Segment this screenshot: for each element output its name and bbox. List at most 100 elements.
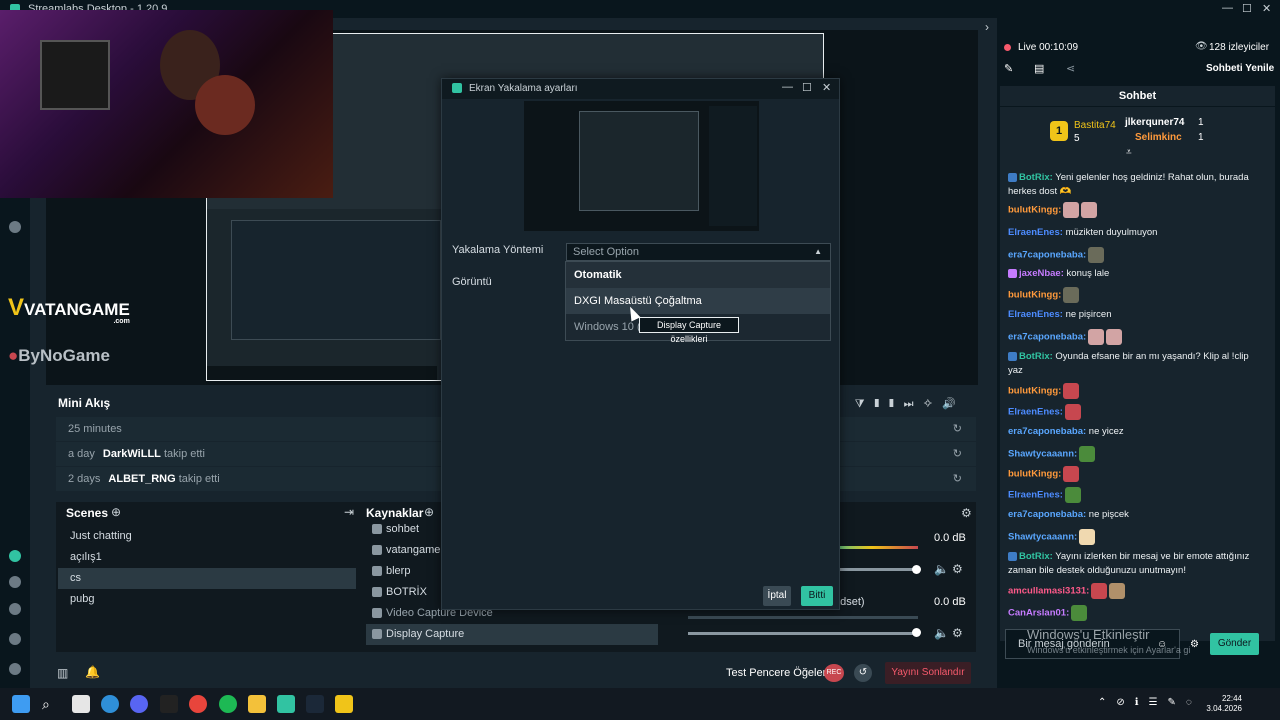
nav-apps-icon[interactable] (9, 576, 21, 588)
source-type-icon (372, 629, 382, 639)
option-auto[interactable]: Otomatik (566, 262, 830, 288)
close-icon[interactable]: ✕ (1262, 2, 1271, 15)
audio-settings-icon[interactable]: ⚙ (952, 562, 963, 576)
clock-date: 3.04.2026 (1206, 704, 1242, 713)
activation-watermark-text: Windows'u etkinleştirmek için Ayarlar'a … (1027, 645, 1191, 655)
scene-transitions-icon[interactable]: ⇥ (344, 505, 354, 519)
done-button[interactable]: Bitti (801, 586, 833, 606)
cancel-button[interactable]: İptal (763, 586, 791, 606)
os-taskbar: ⌕ ⌃⊘ℹ☰✎◌ 22:44 3.04.2026 (0, 688, 1280, 720)
emote-icon (1079, 446, 1096, 462)
chat-message: era7caponebaba: (1008, 247, 1266, 263)
chat-message: BotRix: Yayını izlerken bir mesaj ve bir… (1008, 551, 1250, 576)
scenes-title: Scenes (66, 506, 109, 520)
capture-method-select[interactable]: Select Option ▲ (566, 243, 831, 261)
scene-item[interactable]: Just chatting (58, 526, 356, 547)
app-icon-2[interactable] (335, 695, 353, 713)
chevron-right-icon[interactable]: › (985, 20, 989, 34)
leaderboard-score: 1 (1198, 117, 1204, 128)
windows-start-icon[interactable] (12, 695, 30, 713)
task-view-icon[interactable] (72, 695, 90, 713)
clock-time: 22:44 (1221, 694, 1242, 703)
nav-tiktok-icon[interactable] (9, 550, 21, 562)
refresh-chat-button[interactable]: Sohbeti Yenile (1206, 63, 1274, 74)
replay-icon[interactable]: ↻ (953, 417, 962, 441)
preview-nested-taskbar (207, 366, 437, 380)
streamlabs-icon[interactable] (277, 695, 295, 713)
maximize-icon[interactable]: ☐ (1242, 2, 1252, 15)
performance-icon[interactable]: ▥ (57, 666, 68, 680)
mute-icon[interactable]: 🔈 (934, 626, 949, 640)
emote-icon (1071, 605, 1088, 621)
source-item[interactable]: Display Capture (366, 624, 658, 645)
record-button[interactable]: REC (824, 664, 844, 682)
minimize-icon[interactable]: — (1222, 2, 1233, 14)
live-timer: Live 00:10:09 (1018, 42, 1079, 53)
search-icon[interactable]: ⌕ (42, 695, 60, 713)
emote-icon (1088, 329, 1105, 345)
collapse-icon[interactable]: ⩡ (1126, 147, 1132, 158)
option-dxgi[interactable]: DXGI Masaüstü Çoğaltma (566, 288, 830, 314)
chat-message: Shawtycaaann: (1008, 529, 1266, 545)
nav-themes-icon[interactable] (9, 603, 21, 615)
right-panel: Live 00:10:09 👁 128 izleyiciler ✎ ▤ ⋖ So… (997, 18, 1280, 688)
test-widgets-button[interactable]: Test Pencere Öğeleri (726, 667, 829, 679)
nav-settings-icon[interactable] (9, 633, 21, 645)
scene-item[interactable]: cs (58, 568, 356, 589)
share-icon[interactable]: ⋖ (1066, 62, 1075, 75)
replay-buffer-button[interactable]: ↺ (854, 664, 872, 682)
replay-icon[interactable]: ↻ (953, 467, 962, 491)
sources-title: Kaynaklar (366, 506, 424, 520)
edge-icon[interactable] (101, 695, 119, 713)
dialog-close-icon[interactable]: ✕ (822, 81, 831, 94)
end-stream-button[interactable]: Yayını Sonlandır (885, 662, 971, 684)
rank-badge: 1 (1050, 121, 1068, 141)
edit-icon[interactable]: ✎ (1004, 62, 1013, 75)
dialog-maximize-icon[interactable]: ☐ (802, 81, 812, 94)
bot-badge-icon (1008, 172, 1017, 182)
replay-icon[interactable]: ↻ (953, 442, 962, 466)
audio-settings-icon[interactable]: ⚙ (952, 626, 963, 640)
system-clock[interactable]: 22:44 3.04.2026 (1206, 694, 1242, 714)
dialog-minimize-icon[interactable]: — (782, 81, 793, 93)
mixer-knob-2[interactable] (912, 628, 921, 637)
vatangame-v-mark: V (8, 294, 25, 321)
nav-play-icon[interactable] (9, 221, 21, 233)
scene-item[interactable]: açılış1 (58, 547, 356, 568)
webcam-monitor (40, 40, 110, 110)
discord-icon[interactable] (130, 695, 148, 713)
tooltip: Display Capture özellikleri (639, 317, 739, 344)
chrome-icon[interactable] (189, 695, 207, 713)
activation-watermark-title: Windows'u Etkinleştir (1027, 627, 1150, 642)
chat-title: Sohbet (1000, 86, 1275, 106)
emote-icon (1091, 583, 1108, 599)
source-type-icon (372, 566, 382, 576)
system-tray-icons[interactable]: ⌃⊘ℹ☰✎◌ (1098, 697, 1202, 708)
mini-feed-controls[interactable]: ⧩❚❚⏭✧🔊 (855, 397, 966, 411)
add-scene-icon[interactable]: ⊕ (111, 505, 121, 519)
scene-item[interactable]: pubg (58, 589, 356, 610)
add-source-icon[interactable]: ⊕ (424, 505, 434, 519)
mixer-slider-2[interactable] (688, 632, 918, 635)
eye-icon: 👁 (1195, 41, 1208, 52)
nav-profile-icon[interactable] (9, 663, 21, 675)
mic-badge-icon (1008, 268, 1017, 278)
mixer-meter-2 (688, 616, 918, 619)
chat-message: bulutKingg: (1008, 202, 1266, 218)
dialog-app-icon (452, 83, 462, 93)
file-explorer-icon[interactable] (248, 695, 266, 713)
mixer-knob-1[interactable] (912, 565, 921, 574)
preview-nested-ui (231, 220, 441, 340)
spotify-icon[interactable] (219, 695, 237, 713)
emote-icon (1079, 529, 1096, 545)
chat-message: era7caponebaba: ne pişcek (1008, 509, 1129, 520)
app-icon[interactable] (160, 695, 178, 713)
clipboard-icon[interactable]: ▤ (1034, 62, 1044, 75)
chat-message: bulutKingg: (1008, 287, 1266, 303)
chat-message: CanArslan01: (1008, 605, 1266, 621)
steam-icon[interactable] (306, 695, 324, 713)
notifications-icon[interactable]: 🔔 (85, 665, 100, 679)
dialog-titlebar: Ekran Yakalama ayarları — ☐ ✕ (442, 79, 839, 99)
mixer-settings-icon[interactable]: ⚙ (961, 506, 972, 520)
mute-icon[interactable]: 🔈 (934, 562, 949, 576)
